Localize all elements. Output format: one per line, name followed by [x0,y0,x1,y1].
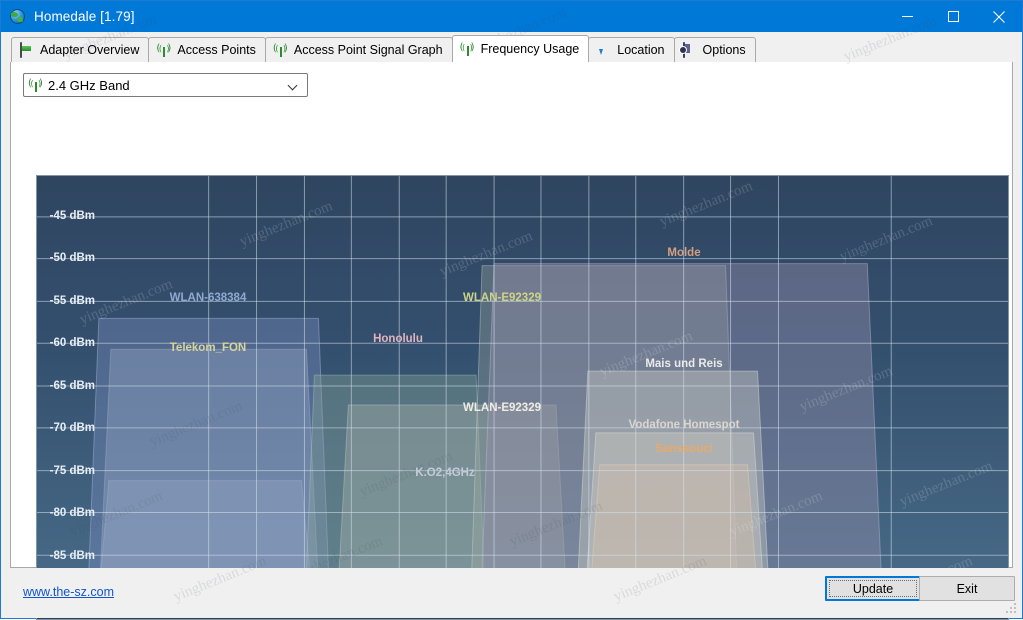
y-tick-label: -60 dBm [33,337,95,349]
band-select-value: 2.4 GHz Band [48,78,130,93]
series-label-wlan-e92329-low: WLAN-E92329 [463,402,541,414]
tab-bar: Adapter Overview (()) Access Points (())… [1,32,1022,62]
y-tick-label: -50 dBm [33,252,95,264]
y-tick-label: -55 dBm [33,295,95,307]
y-tick-label: -65 dBm [33,380,95,392]
y-tick-label: -70 dBm [33,422,95,434]
tab-access-point-signal-graph[interactable]: (()) Access Point Signal Graph [265,37,453,62]
tab-options[interactable]: Options [674,37,756,62]
exit-button-label: Exit [957,582,978,596]
tab-label: Location [617,43,664,57]
location-pin-icon [597,43,612,57]
homedale-window: Homedale [1.79] Adapter Overview (()) Ac… [0,0,1023,619]
y-tick-label: -85 dBm [33,550,95,562]
series-label-molde: Molde [667,247,700,259]
options-icon [683,43,698,57]
tab-label: Access Points [177,43,256,57]
wifi-signal-icon: (()) [29,78,46,92]
series-label-vodafone-homespot: Vodafone Homespot [629,419,740,431]
series-label-honolulu: Honolulu [373,333,423,345]
frequency-usage-panel: (()) 2.4 GHz Band [10,62,1013,568]
series-label-ko24ghz: K.O2,4GHz [415,467,474,479]
wifi-signal-icon: (()) [274,43,289,57]
wifi-signal-icon: (()) [157,43,172,57]
chart-svg [37,176,1008,619]
series-label-wlan-e92329-high: WLAN-E92329 [463,292,541,304]
tab-access-points[interactable]: (()) Access Points [148,37,266,62]
maximize-icon[interactable] [930,1,976,32]
wifi-signal-icon: (()) [461,42,476,56]
y-tick-label: -75 dBm [33,465,95,477]
tab-location[interactable]: Location [588,37,674,62]
adapter-card-icon [20,43,35,57]
series-label-mais-und-reis: Mais und Reis [645,358,722,370]
tab-label: Frequency Usage [481,42,580,56]
tab-label: Access Point Signal Graph [294,43,443,57]
window-controls [884,1,1022,32]
tab-label: Options [703,43,746,57]
tab-frequency-usage[interactable]: (()) Frequency Usage [452,35,590,62]
tab-adapter-overview[interactable]: Adapter Overview [11,37,149,62]
tab-label: Adapter Overview [40,43,139,57]
footer-bar: www.the-sz.com Update Exit [1,568,1022,618]
series-label-sanssouci: Sanssouci [655,443,713,455]
band-select[interactable]: (()) 2.4 GHz Band [23,73,308,97]
app-globe-icon [10,9,26,25]
title-bar: Homedale [1.79] [1,1,1022,32]
update-button[interactable]: Update [825,576,921,601]
close-icon[interactable] [976,1,1022,32]
y-tick-label: -80 dBm [33,507,95,519]
y-tick-label: -45 dBm [33,210,95,222]
website-link[interactable]: www.the-sz.com [23,585,114,599]
exit-button[interactable]: Exit [919,576,1015,601]
window-title: Homedale [1.79] [34,9,135,24]
minimize-icon[interactable] [884,1,930,32]
resize-grip-icon[interactable] [1006,603,1018,615]
chevron-down-icon[interactable] [289,81,298,90]
series-label-wlan-638384: WLAN-638384 [170,292,247,304]
series-label-telekom-fon: Telekom_FON [170,342,246,354]
frequency-usage-chart: yinghezhan.com yinghezhan.com yinghezhan… [36,175,1009,620]
